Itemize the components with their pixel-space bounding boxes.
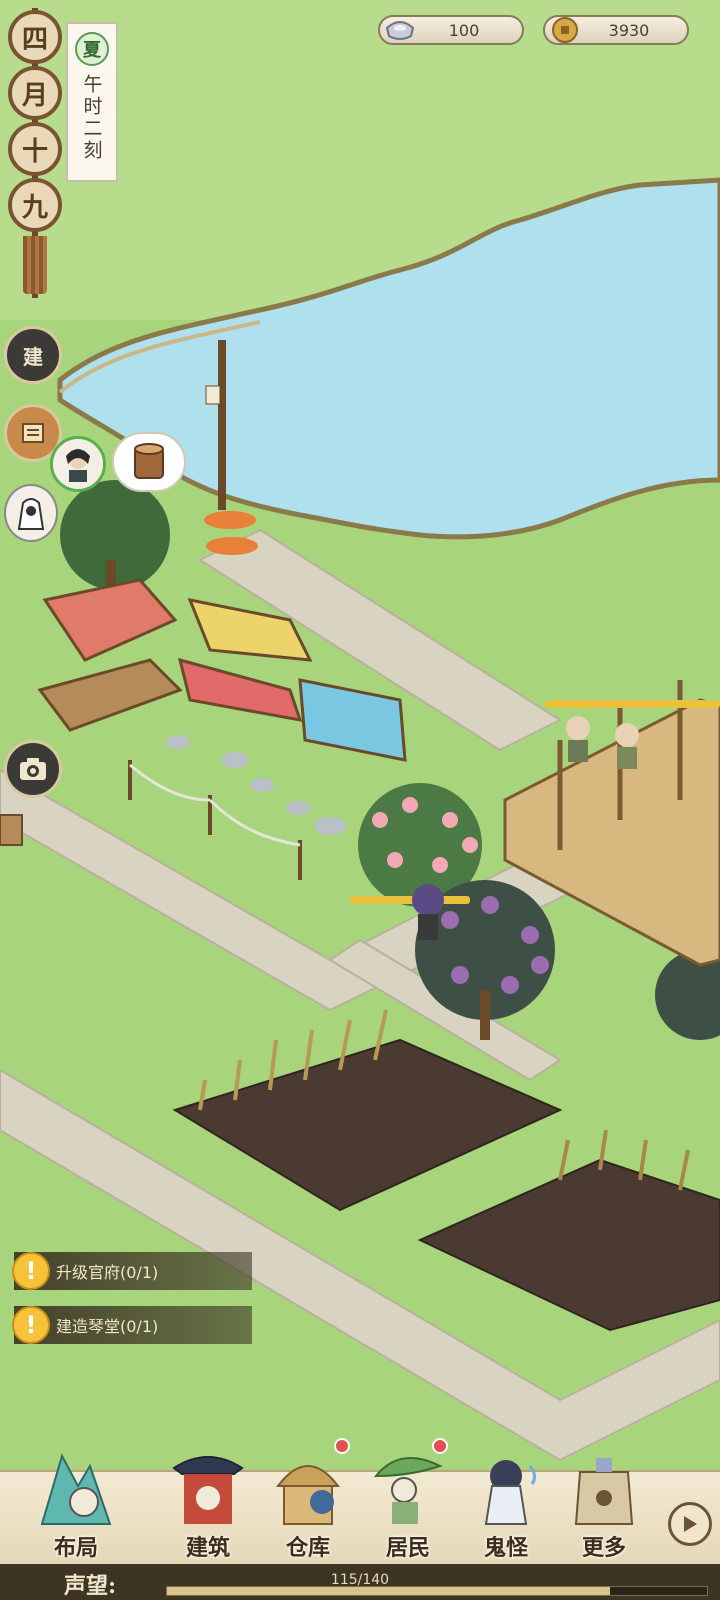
date-char: 十 [8,122,62,176]
quest-item[interactable]: ! 升级官府(0/1) [12,1252,252,1290]
quest-text: 升级官府(0/1) [56,1263,159,1282]
nav-label: 建筑 [185,1535,230,1561]
date-display: 四 月 十 九 [6,8,64,298]
silver-value: 100 [448,20,480,40]
nav-label: 仓库 [285,1535,330,1561]
date-char: 月 [8,66,62,120]
silver-counter[interactable]: 100 [378,15,524,45]
nav-label: 更多 [581,1535,626,1561]
nav-residents[interactable]: 居民 [362,1438,454,1570]
resident-avatar-icon [66,449,90,482]
alert-icon: ! [12,1252,50,1290]
alert-icon: ! [12,1306,50,1344]
wood-request-bubble[interactable] [112,432,186,492]
wood-log-icon [134,443,164,479]
date-char: 九 [8,178,62,232]
scroll-icon [22,423,44,443]
residents-notification-dot [432,1438,448,1454]
resident-leaf-hat-icon [373,1457,443,1524]
reputation-bar: 声望: 115/140 [0,1564,720,1600]
lamp-post [218,340,226,510]
quest-item[interactable]: ! 建造琴堂(0/1) [12,1306,252,1344]
koi-flag [204,511,256,529]
quest-text: 建造琴堂(0/1) [56,1317,159,1336]
camera-icon [20,758,46,780]
nav-layout[interactable]: 布局 [30,1440,122,1570]
play-arrow-icon [684,1516,697,1532]
layout-mountain-icon [40,1453,112,1525]
build-mode-button[interactable]: 建 [4,326,62,384]
warehouse-hut-icon [275,1465,341,1525]
play-arrow-button[interactable] [668,1502,712,1546]
date-char: 四 [8,10,62,64]
copper-coin-icon [545,16,585,44]
time-of-day: 午时二刻 [80,74,103,162]
nav-label: 居民 [385,1535,430,1561]
nav-warehouse[interactable]: 仓库 [262,1438,354,1570]
nav-more[interactable]: 更多 [558,1440,650,1570]
resident-portrait[interactable] [50,436,106,492]
more-bag-icon [574,1458,634,1525]
coin-value: 3930 [608,20,650,40]
ghost-icon [484,1460,537,1525]
nav-buildings[interactable]: 建筑 [162,1440,254,1570]
hooded-resident-portrait[interactable] [4,484,58,542]
nav-ghosts[interactable]: 鬼怪 [460,1440,552,1570]
season-card: 夏 午时二刻 [66,22,118,182]
reputation-fill [167,1587,611,1595]
coin-counter[interactable]: 3930 [543,15,689,45]
nav-label: 鬼怪 [483,1535,528,1561]
building-gate-icon [172,1456,244,1524]
silver-ingot-icon [380,18,420,42]
koi-flag [206,537,258,555]
warehouse-notification-dot [334,1438,350,1454]
camera-button[interactable] [4,740,62,798]
reputation-value: 115/140 [330,1572,390,1588]
build-button-label: 建 [23,344,43,369]
date-tassel [23,236,47,294]
hooded-figure-icon [17,498,45,530]
game-scene[interactable] [0,0,720,1600]
season-badge: 夏 [75,32,109,66]
nav-label: 布局 [53,1535,98,1561]
